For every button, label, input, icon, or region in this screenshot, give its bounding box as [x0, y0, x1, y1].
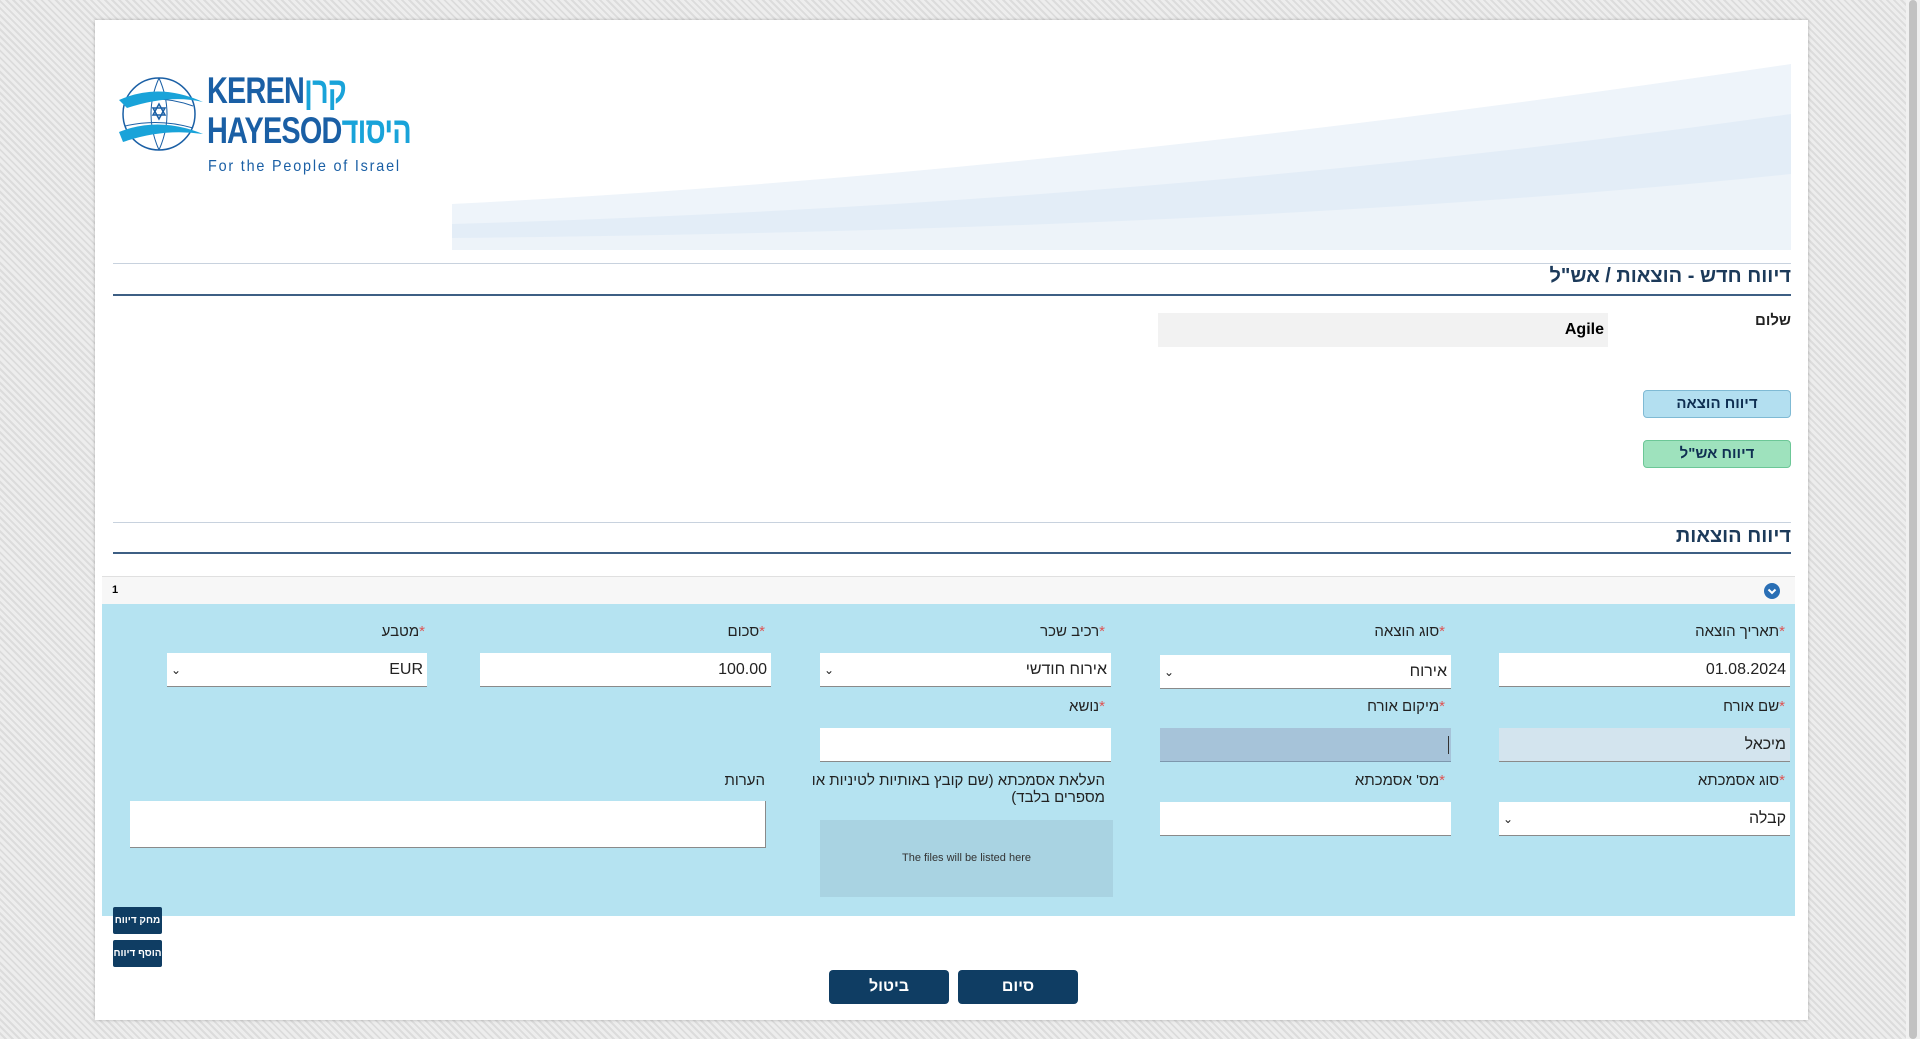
expense-type-value: אירוח	[1409, 663, 1447, 680]
subject-input[interactable]	[820, 728, 1111, 762]
logo-tagline: For the People of Israel	[208, 158, 401, 175]
expense-type-label: סוג הוצאה	[1374, 623, 1445, 640]
guest-name-label: שם אורח	[1723, 698, 1785, 715]
greeting-label: שלום	[1755, 312, 1791, 329]
vertical-scrollbar[interactable]	[1906, 0, 1920, 1039]
chevron-down-icon: ⌄	[1164, 665, 1175, 679]
reference-number-input[interactable]	[1160, 802, 1451, 836]
main-page: KERENקרן HAYESODהיסוד For the People of …	[95, 20, 1808, 1020]
logo-hebrew-keren: קרן	[304, 70, 347, 111]
title-divider	[113, 294, 1791, 296]
reference-type-value: קבלה	[1749, 810, 1786, 827]
reference-type-label: סוג אסמכתא	[1698, 772, 1785, 789]
file-upload-dropzone[interactable]: The files will be listed here	[820, 820, 1113, 897]
upload-label: העלאת אסמכתא (שם קובץ באותיות לטיניות או…	[811, 772, 1105, 806]
salary-component-select[interactable]: אירוח חודשי ⌄	[820, 653, 1111, 687]
text-cursor	[1448, 736, 1449, 754]
currency-value: EUR	[389, 661, 423, 678]
delete-report-button[interactable]: מחק דיווח	[113, 907, 162, 934]
chevron-down-icon[interactable]	[1764, 583, 1780, 599]
expense-type-select[interactable]: אירוח ⌄	[1160, 655, 1451, 689]
chevron-down-icon: ⌄	[824, 663, 835, 677]
per-diem-report-button[interactable]: דיווח אש"ל	[1643, 440, 1791, 468]
expense-form-panel: תאריך הוצאה סוג הוצאה רכיב שכר סכום מטבע…	[102, 604, 1795, 934]
expense-row-header[interactable]: 1	[102, 576, 1795, 605]
chevron-down-icon: ⌄	[1503, 812, 1514, 826]
amount-label: סכום	[728, 623, 765, 640]
expenses-divider	[113, 552, 1791, 554]
logo-latin-hayesod: HAYESOD	[207, 110, 342, 151]
expense-date-input[interactable]: 01.08.2024	[1499, 653, 1790, 687]
reference-type-select[interactable]: קבלה ⌄	[1499, 802, 1790, 836]
amount-input[interactable]: 100.00	[480, 653, 771, 687]
expenses-section-title: דיווח הוצאות	[1675, 525, 1791, 547]
logo-latin-keren: KEREN	[207, 70, 305, 111]
scrollbar-thumb[interactable]	[1909, 0, 1917, 1039]
user-name-display: Agile	[1158, 313, 1608, 347]
expense-report-button[interactable]: דיווח הוצאה	[1643, 390, 1791, 418]
finish-button[interactable]: סיום	[958, 970, 1078, 1004]
notes-textarea[interactable]	[130, 801, 766, 848]
add-report-button[interactable]: הוסף דיווח	[113, 940, 162, 967]
guest-location-input[interactable]	[1160, 728, 1451, 762]
guest-location-label: מיקום אורח	[1367, 698, 1445, 715]
subject-label: נושא	[1069, 698, 1105, 715]
salary-component-value: אירוח חודשי	[1025, 661, 1107, 678]
keren-hayesod-logo: KERENקרן HAYESODהיסוד For the People of …	[119, 70, 419, 197]
header-banner	[452, 54, 1791, 250]
row-index: 1	[112, 584, 119, 596]
notes-label: הערות	[724, 772, 765, 789]
expense-date-label: תאריך הוצאה	[1695, 623, 1785, 640]
page-title: דיווח חדש - הוצאות / אש"ל	[1549, 265, 1791, 287]
reference-number-label: מס' אסמכתא	[1355, 772, 1445, 789]
currency-label: מטבע	[382, 623, 425, 640]
logo-hebrew-hayesod: היסוד	[341, 110, 412, 151]
guest-name-input[interactable]: מיכאל	[1499, 728, 1790, 762]
salary-component-label: רכיב שכר	[1040, 623, 1105, 640]
currency-select[interactable]: EUR ⌄	[167, 653, 427, 687]
cancel-button[interactable]: ביטול	[829, 970, 949, 1004]
chevron-down-icon: ⌄	[171, 663, 182, 677]
